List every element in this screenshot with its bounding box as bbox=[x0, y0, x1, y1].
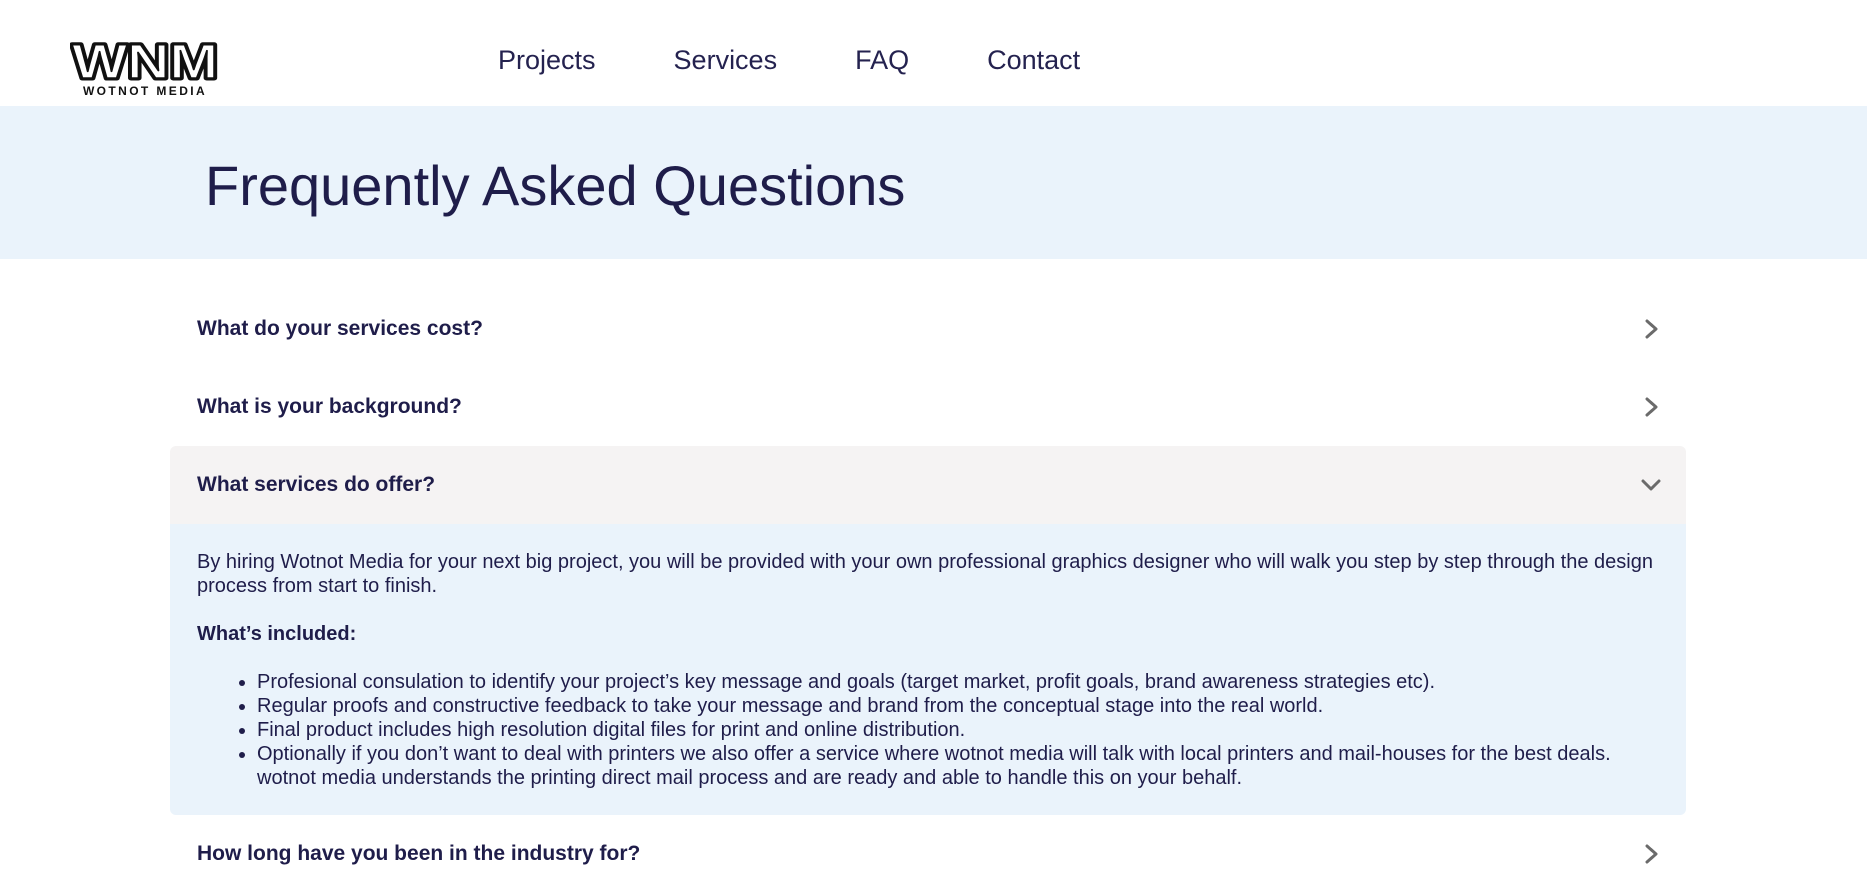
faq-item: What do your services cost? bbox=[170, 290, 1686, 368]
nav-link-services[interactable]: Services bbox=[674, 45, 778, 76]
list-item: Regular proofs and constructive feedback… bbox=[257, 694, 1659, 718]
hero-banner: Frequently Asked Questions bbox=[0, 106, 1867, 259]
page: WNM WNM WOTNOT MEDIA Projects Services F… bbox=[0, 0, 1867, 895]
faq-question-toggle[interactable]: What services do offer? bbox=[170, 446, 1686, 524]
faq-answer-subheading: What’s included: bbox=[197, 623, 357, 645]
page-title: Frequently Asked Questions bbox=[205, 154, 906, 217]
faq-question-text: What do your services cost? bbox=[197, 317, 483, 340]
list-item: Profesional consulation to identify your… bbox=[257, 670, 1659, 694]
faq-question-toggle[interactable]: What do your services cost? bbox=[170, 290, 1686, 368]
list-item: Optionally if you don’t want to deal wit… bbox=[257, 742, 1659, 790]
faq-answer-panel: By hiring Wotnot Media for your next big… bbox=[170, 524, 1686, 815]
faq-item: What is your background? bbox=[170, 368, 1686, 446]
faq-item-expanded: What services do offer? By hiring Wotnot… bbox=[170, 446, 1686, 815]
faq-question-toggle[interactable]: What is your background? bbox=[170, 368, 1686, 446]
chevron-right-icon bbox=[1645, 319, 1658, 339]
nav-link-contact[interactable]: Contact bbox=[987, 45, 1080, 76]
nav-link-faq[interactable]: FAQ bbox=[855, 45, 909, 76]
list-item: Final product includes high resolution d… bbox=[257, 718, 1659, 742]
faq-question-toggle[interactable]: How long have you been in the industry f… bbox=[170, 815, 1686, 893]
faq-answer-intro: By hiring Wotnot Media for your next big… bbox=[197, 551, 1653, 597]
faq-question-text: What is your background? bbox=[197, 395, 462, 418]
faq-item: How long have you been in the industry f… bbox=[170, 815, 1686, 893]
chevron-right-icon bbox=[1645, 397, 1658, 417]
site-header: WNM WNM WOTNOT MEDIA Projects Services F… bbox=[0, 0, 1867, 106]
nav-link-projects[interactable]: Projects bbox=[498, 45, 596, 76]
main-nav: Projects Services FAQ Contact bbox=[498, 43, 1158, 77]
chevron-down-icon bbox=[1641, 479, 1661, 491]
logo[interactable]: WNM WNM WOTNOT MEDIA bbox=[70, 40, 220, 98]
chevron-right-icon bbox=[1645, 844, 1658, 864]
faq-question-text: How long have you been in the industry f… bbox=[197, 842, 641, 865]
faq-question-text: What services do offer? bbox=[197, 473, 436, 496]
included-list: Profesional consulation to identify your… bbox=[197, 670, 1659, 790]
svg-text:WNM: WNM bbox=[72, 40, 218, 89]
faq-accordion: What do your services cost? What is your… bbox=[170, 290, 1686, 893]
wotnot-media-logo: WNM WNM WOTNOT MEDIA bbox=[70, 40, 220, 98]
logo-subtitle: WOTNOT MEDIA bbox=[83, 84, 207, 98]
